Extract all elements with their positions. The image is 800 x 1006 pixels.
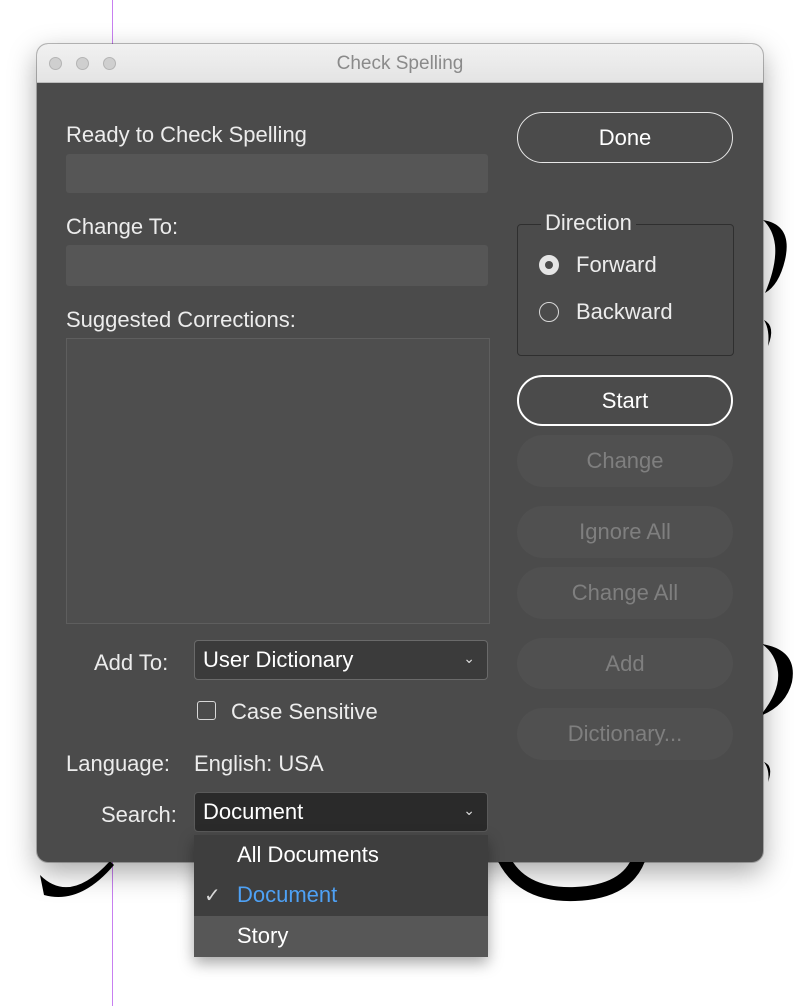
change-all-button[interactable]: Change All [517, 567, 733, 619]
direction-title: Direction [541, 210, 636, 236]
suggested-corrections-label: Suggested Corrections: [66, 307, 296, 332]
chevron-down-icon: ⌄ [463, 802, 475, 818]
background-glyph-bottom-ring [495, 855, 655, 909]
forward-label[interactable]: Forward [576, 252, 657, 278]
direction-group [517, 224, 734, 356]
ignore-all-button[interactable]: Ignore All [517, 506, 733, 558]
background-glyph-top [250, 0, 320, 22]
start-button[interactable]: Start [517, 375, 733, 426]
menu-item-document[interactable]: ✓ Document [194, 875, 488, 915]
search-value: Document [203, 799, 304, 824]
background-glyph-right-2 [760, 318, 780, 352]
background-glyph-bottom-left [40, 855, 120, 909]
chevron-down-icon: ⌄ [463, 650, 475, 666]
suggested-corrections-list[interactable] [66, 338, 490, 624]
ready-label: Ready to Check Spelling [66, 122, 307, 147]
background-glyph-right-4 [760, 760, 780, 788]
menu-item-story[interactable]: Story [194, 916, 488, 957]
search-dropdown-menu: All Documents ✓ Document Story [194, 835, 488, 957]
check-spelling-dialog: Check Spelling Ready to Check Spelling C… [37, 44, 763, 862]
change-to-field[interactable] [66, 245, 488, 286]
menu-item-all-documents[interactable]: All Documents [194, 835, 488, 875]
search-label: Search: [101, 802, 177, 827]
language-label: Language: [66, 751, 170, 776]
ready-word-field[interactable] [66, 154, 488, 193]
change-to-label: Change To: [66, 214, 179, 239]
add-to-select[interactable]: User Dictionary ⌄ [194, 640, 488, 680]
window-title: Check Spelling [336, 53, 464, 74]
forward-radio[interactable] [539, 255, 559, 275]
backward-label[interactable]: Backward [576, 299, 673, 325]
menu-item-label: All Documents [237, 842, 379, 867]
case-sensitive-label[interactable]: Case Sensitive [231, 699, 378, 725]
search-select[interactable]: Document ⌄ [194, 792, 488, 832]
add-to-value: User Dictionary [203, 647, 354, 672]
menu-item-label: Story [237, 923, 289, 948]
checkmark-icon: ✓ [204, 885, 221, 907]
case-sensitive-checkbox[interactable] [197, 701, 216, 720]
title-bar: Check Spelling [37, 44, 763, 83]
menu-item-label: Document [237, 882, 338, 907]
language-value: English: USA [194, 751, 324, 776]
dictionary-button[interactable]: Dictionary... [517, 708, 733, 760]
done-button[interactable]: Done [517, 112, 733, 163]
add-button[interactable]: Add [517, 638, 733, 689]
backward-radio[interactable] [539, 302, 559, 322]
change-button[interactable]: Change [517, 435, 733, 487]
add-to-label: Add To: [94, 650, 169, 675]
